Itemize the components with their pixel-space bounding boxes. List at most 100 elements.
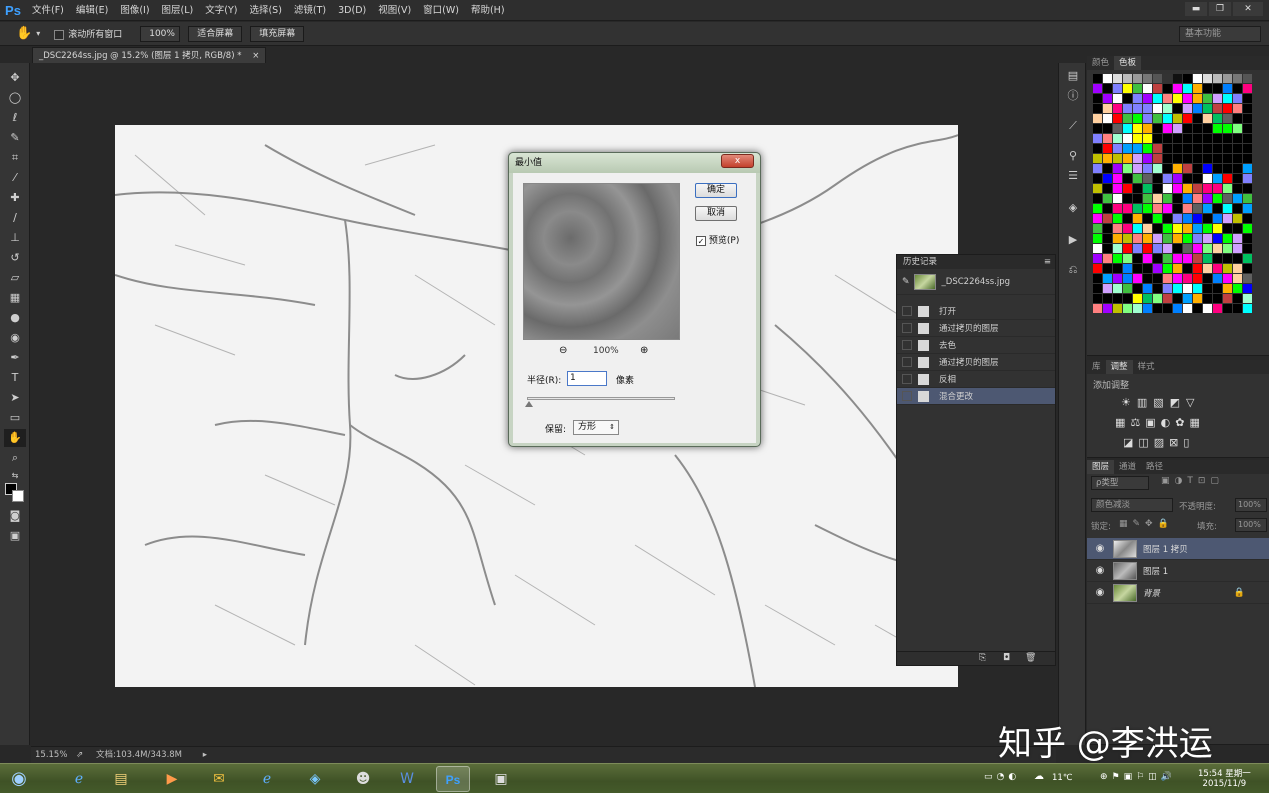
panel-menu-icon[interactable]: ≡ — [1044, 255, 1051, 269]
media-player-icon[interactable]: ▶ — [155, 766, 189, 792]
swatch[interactable] — [1173, 284, 1182, 293]
swatch[interactable] — [1103, 94, 1112, 103]
swatch[interactable] — [1183, 254, 1192, 263]
swatch[interactable] — [1213, 144, 1222, 153]
swatch[interactable] — [1233, 274, 1242, 283]
swatch[interactable] — [1133, 134, 1142, 143]
swatch[interactable] — [1093, 204, 1102, 213]
swatch[interactable] — [1133, 154, 1142, 163]
preview-option[interactable]: ✓ 预览(P) — [696, 233, 739, 246]
swatch[interactable] — [1213, 174, 1222, 183]
tab-styles[interactable]: 样式 — [1133, 360, 1160, 374]
swatch[interactable] — [1163, 154, 1172, 163]
history-checkbox[interactable] — [902, 306, 912, 316]
swatch[interactable] — [1093, 184, 1102, 193]
swatch[interactable] — [1093, 164, 1102, 173]
adjustment-icons-row-1[interactable]: ☀▥▧◩▽ — [1121, 396, 1201, 409]
radius-slider-track[interactable] — [527, 397, 675, 400]
swatch[interactable] — [1143, 154, 1152, 163]
swatch[interactable] — [1173, 264, 1182, 273]
swatch[interactable] — [1163, 224, 1172, 233]
swatch[interactable] — [1093, 94, 1102, 103]
swatch[interactable] — [1193, 294, 1202, 303]
swatch[interactable] — [1163, 164, 1172, 173]
swatch[interactable] — [1133, 84, 1142, 93]
delete-state-icon[interactable]: 🗑 — [1025, 653, 1036, 663]
swatch[interactable] — [1123, 204, 1132, 213]
history-brush-tool-icon[interactable]: ↺ — [4, 249, 26, 267]
swatch[interactable] — [1163, 284, 1172, 293]
swatch[interactable] — [1113, 164, 1122, 173]
swatch[interactable] — [1193, 304, 1202, 313]
swatch[interactable] — [1123, 224, 1132, 233]
swatch[interactable] — [1113, 184, 1122, 193]
swatch[interactable] — [1183, 104, 1192, 113]
swatch[interactable] — [1223, 224, 1232, 233]
swatch[interactable] — [1243, 164, 1252, 173]
swatch[interactable] — [1133, 234, 1142, 243]
swatch[interactable] — [1103, 144, 1112, 153]
swatch[interactable] — [1113, 124, 1122, 133]
swatch[interactable] — [1173, 254, 1182, 263]
swatch[interactable] — [1223, 174, 1232, 183]
swatch[interactable] — [1163, 134, 1172, 143]
swatch[interactable] — [1173, 294, 1182, 303]
path-select-tool-icon[interactable]: ➤ — [4, 389, 26, 407]
swatch[interactable] — [1133, 184, 1142, 193]
history-item[interactable]: 去色 — [897, 337, 1055, 354]
swatch[interactable] — [1173, 104, 1182, 113]
swatch[interactable] — [1183, 114, 1192, 123]
swatch[interactable] — [1233, 294, 1242, 303]
move-tool-icon[interactable]: ✥ — [4, 69, 26, 87]
restore-button[interactable]: ❐ — [1209, 2, 1231, 16]
swatch[interactable] — [1173, 184, 1182, 193]
swatch[interactable] — [1173, 144, 1182, 153]
swatch[interactable] — [1123, 144, 1132, 153]
swatch[interactable] — [1123, 114, 1132, 123]
swatch[interactable] — [1163, 234, 1172, 243]
swatch[interactable] — [1223, 84, 1232, 93]
swatch[interactable] — [1143, 214, 1152, 223]
swatch[interactable] — [1103, 224, 1112, 233]
swatch[interactable] — [1213, 234, 1222, 243]
swatch[interactable] — [1103, 264, 1112, 273]
swatch[interactable] — [1103, 244, 1112, 253]
menu-filter[interactable]: 滤镜(T) — [288, 0, 332, 21]
swatch[interactable] — [1103, 194, 1112, 203]
swatch[interactable] — [1153, 94, 1162, 103]
menu-window[interactable]: 窗口(W) — [417, 0, 465, 21]
swatch[interactable] — [1213, 184, 1222, 193]
swatch[interactable] — [1203, 174, 1212, 183]
swatch[interactable] — [1173, 164, 1182, 173]
swatch[interactable] — [1113, 154, 1122, 163]
swatch[interactable] — [1133, 244, 1142, 253]
swatch[interactable] — [1143, 204, 1152, 213]
swatch[interactable] — [1193, 274, 1202, 283]
swatch[interactable] — [1243, 74, 1252, 83]
picture-viewer-icon[interactable]: ▣ — [484, 766, 518, 792]
photoshop-taskbar-icon[interactable]: Ps — [436, 766, 470, 792]
swatch[interactable] — [1103, 174, 1112, 183]
swatch[interactable] — [1103, 74, 1112, 83]
layer-row[interactable]: ◉ 背景 🔒 — [1087, 582, 1269, 604]
histogram-icon[interactable]: ▤ — [1066, 69, 1080, 83]
swatch[interactable] — [1163, 244, 1172, 253]
swatch[interactable] — [1093, 264, 1102, 273]
swatch[interactable] — [1223, 274, 1232, 283]
history-checkbox[interactable] — [902, 391, 912, 401]
swatch[interactable] — [1243, 294, 1252, 303]
swatch[interactable] — [1123, 264, 1132, 273]
swatch[interactable] — [1243, 104, 1252, 113]
fit-screen-button[interactable]: 适合屏幕 — [188, 25, 243, 42]
swatch[interactable] — [1103, 114, 1112, 123]
swatch[interactable] — [1153, 294, 1162, 303]
swatch[interactable] — [1123, 104, 1132, 113]
swatch[interactable] — [1233, 94, 1242, 103]
swatch[interactable] — [1123, 164, 1132, 173]
document-tab[interactable]: _DSC2264ss.jpg @ 15.2% (图层 1 拷贝, RGB/8) … — [32, 47, 267, 63]
swatch[interactable] — [1243, 114, 1252, 123]
swatch[interactable] — [1223, 194, 1232, 203]
swatch[interactable] — [1103, 104, 1112, 113]
swatch[interactable] — [1163, 264, 1172, 273]
swatch[interactable] — [1133, 174, 1142, 183]
